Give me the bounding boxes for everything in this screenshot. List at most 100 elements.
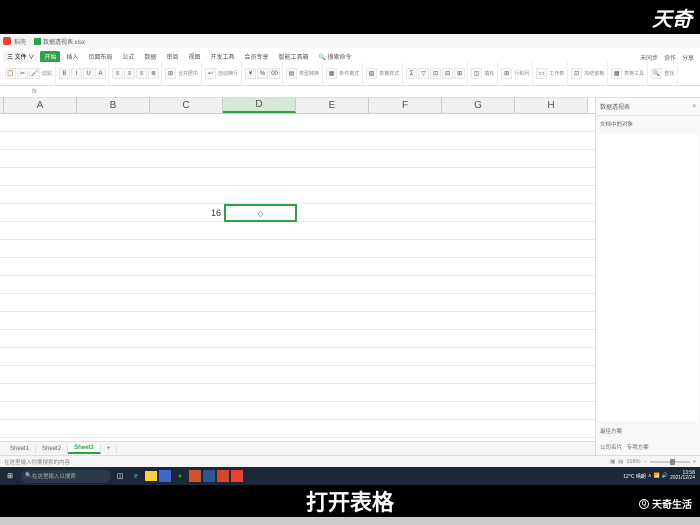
col-a[interactable]: A <box>4 98 77 113</box>
tab-home[interactable]: 开始 <box>40 51 60 62</box>
edge-icon[interactable]: e <box>129 469 143 483</box>
view-icon[interactable]: ▦ <box>610 459 615 465</box>
toolbar-button[interactable]: 📋 <box>5 68 16 79</box>
toolbar-button[interactable]: ▽ <box>418 68 429 79</box>
formula-bar: fx <box>0 86 700 98</box>
start-button[interactable]: ⊞ <box>3 469 17 483</box>
zoom-level[interactable]: 298% <box>626 459 640 465</box>
search-commands[interactable]: 🔍 搜索命令 <box>315 51 356 62</box>
file-menu[interactable]: 三 文件 ∨ <box>3 51 38 62</box>
toolbar-button[interactable]: ⊞ <box>501 68 512 79</box>
weather-widget[interactable]: 12°C 晴朗 <box>623 473 646 480</box>
toolbar-button[interactable]: ⊞ <box>454 68 465 79</box>
toolbar-button[interactable]: 00 <box>269 68 280 79</box>
col-h[interactable]: H <box>515 98 588 113</box>
toolbar-button[interactable]: ⊞ <box>165 68 176 79</box>
document-tab[interactable]: 数据透视表.xlsx <box>34 37 85 46</box>
panel-footer-links: 公司名片 专项方案 <box>596 439 700 455</box>
toolbar-button[interactable]: ⊡ <box>430 68 441 79</box>
tab-vip[interactable]: 会员专享 <box>240 51 272 62</box>
zoom-in-button[interactable]: + <box>693 459 696 465</box>
toolbar-button[interactable]: I <box>71 68 82 79</box>
toolbar: 📋✂🖌剪贴BIUA≡≡≡≣⊞合并居中↩自动换行¥%00▤类型转换▦条件格式▨表格… <box>0 62 700 86</box>
explorer-icon[interactable] <box>145 471 157 481</box>
app-icon-2[interactable] <box>189 470 201 482</box>
tray-icon[interactable]: ∧ <box>648 473 652 479</box>
col-d[interactable]: D <box>223 98 296 113</box>
toolbar-button[interactable]: U <box>83 68 94 79</box>
task-view-icon[interactable]: ◫ <box>113 469 127 483</box>
toolbar-button[interactable]: ⊡ <box>571 68 582 79</box>
sheet2-tab[interactable]: Sheet2 <box>36 445 68 453</box>
toolbar-button[interactable]: A <box>95 68 106 79</box>
toolbar-button[interactable]: ◫ <box>471 68 482 79</box>
add-sheet-button[interactable]: + <box>101 445 118 453</box>
watermark: Q 天奇生活 <box>639 496 692 511</box>
close-icon[interactable]: × <box>692 104 696 110</box>
cell-grid[interactable]: 16 ◇ <box>0 114 595 441</box>
col-b[interactable]: B <box>77 98 150 113</box>
spreadsheet-app: 稻壳 数据透视表.xlsx 三 文件 ∨ 开始 插入 页面布局 公式 数据 审阅… <box>0 34 700 485</box>
zoom-out-button[interactable]: − <box>644 459 647 465</box>
toolbar-button[interactable]: B <box>59 68 70 79</box>
wechat-icon[interactable]: ● <box>173 469 187 483</box>
clock[interactable]: 13:58 2021/12/24 <box>670 471 697 482</box>
toolbar-button[interactable]: ≡ <box>136 68 147 79</box>
toolbar-group-label: 工作表 <box>548 70 565 77</box>
zoom-slider[interactable] <box>650 461 690 463</box>
col-g[interactable]: G <box>442 98 515 113</box>
tab-view[interactable]: 视图 <box>184 51 204 62</box>
tab-dev[interactable]: 开发工具 <box>206 51 238 62</box>
toolbar-button[interactable]: ✂ <box>17 68 28 79</box>
panel-title: 数据透视表 <box>600 102 630 111</box>
toolbar-group-label: 查找 <box>663 70 675 77</box>
brand-corner: 天奇 <box>652 3 692 32</box>
sheet3-tab[interactable]: Sheet3 <box>68 444 101 454</box>
toolbar-button[interactable]: ⊟ <box>442 68 453 79</box>
zoom-controls: ▦ ▤ 298% − + <box>610 459 696 465</box>
tab-review[interactable]: 审阅 <box>162 51 182 62</box>
fx-icon[interactable]: fx <box>28 89 41 95</box>
toolbar-button[interactable]: ▦ <box>611 68 622 79</box>
toolbar-button[interactable]: ¥ <box>245 68 256 79</box>
toolbar-button[interactable]: ▨ <box>366 68 377 79</box>
toolbar-button[interactable]: ≡ <box>112 68 123 79</box>
toolbar-button[interactable]: ▭ <box>536 68 547 79</box>
ppt-icon[interactable] <box>217 470 229 482</box>
toolbar-button[interactable]: ↩ <box>205 68 216 79</box>
sheet-area: A B C D E F G H 16 ◇ Sheet1 Sheet2 Sheet… <box>0 98 595 455</box>
speaker-icon[interactable]: 🔊 <box>662 473 668 479</box>
toolbar-button[interactable]: ≡ <box>124 68 135 79</box>
status-bar: 在这里输入你要搜索的内容 ▦ ▤ 298% − + <box>0 455 700 467</box>
tab-insert[interactable]: 插入 <box>62 51 82 62</box>
toolbar-button[interactable]: 🖌 <box>29 68 40 79</box>
word-icon[interactable] <box>203 470 215 482</box>
cell-c[interactable]: 16 <box>151 204 224 222</box>
tab-data[interactable]: 数据 <box>140 51 160 62</box>
app-icon-1[interactable] <box>159 470 171 482</box>
taskbar-search[interactable]: 🔍 在这里输入以搜索 <box>21 470 111 483</box>
tab-formula[interactable]: 公式 <box>118 51 138 62</box>
sync-status[interactable]: 未同步 <box>640 53 658 62</box>
col-c[interactable]: C <box>150 98 223 113</box>
share-button[interactable]: 分享 <box>682 53 694 62</box>
collab-button[interactable]: 协作 <box>664 53 676 62</box>
toolbar-button[interactable]: Σ <box>406 68 417 79</box>
toolbar-button[interactable]: % <box>257 68 268 79</box>
col-f[interactable]: F <box>369 98 442 113</box>
tab-layout[interactable]: 页面布局 <box>84 51 116 62</box>
toolbar-group-label: 自动换行 <box>217 70 239 77</box>
toolbar-button[interactable]: ▦ <box>326 68 337 79</box>
toolbar-button[interactable]: 🔍 <box>651 68 662 79</box>
toolbar-button[interactable]: ≣ <box>148 68 159 79</box>
side-panel: 数据透视表 × 文档中的对象 最佳方案 公司名片 专项方案 <box>595 98 700 455</box>
toolbar-button[interactable]: ▤ <box>286 68 297 79</box>
tab-tools[interactable]: 智能工具箱 <box>274 51 312 62</box>
sheet1-tab[interactable]: Sheet1 <box>4 445 36 453</box>
view-icon-2[interactable]: ▤ <box>618 459 623 465</box>
wifi-icon[interactable]: 📶 <box>654 473 660 479</box>
active-cell[interactable]: ◇ <box>224 204 297 222</box>
col-e[interactable]: E <box>296 98 369 113</box>
wps-icon[interactable] <box>231 470 243 482</box>
top-letterbox: 天奇 <box>0 0 700 34</box>
